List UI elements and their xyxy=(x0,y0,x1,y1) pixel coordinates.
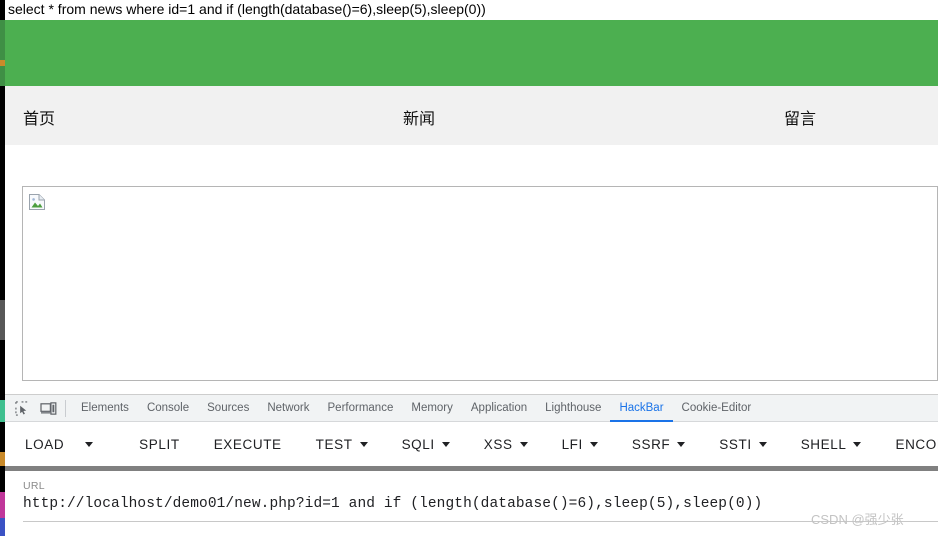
tab-performance[interactable]: Performance xyxy=(319,395,403,422)
edge-segment-amber xyxy=(0,452,5,466)
chevron-down-icon xyxy=(359,441,368,447)
hackbar-split-button[interactable]: SPLIT xyxy=(139,433,180,456)
hackbar-lfi-label: LFI xyxy=(561,436,583,452)
hackbar-shell-menu[interactable]: SHELL xyxy=(801,433,862,456)
hackbar-xss-menu[interactable]: XSS xyxy=(484,433,528,456)
hackbar-execute-button[interactable]: EXECUTE xyxy=(214,433,282,456)
hackbar-test-menu[interactable]: TEST xyxy=(316,433,368,456)
nav-item-news[interactable]: 新闻 xyxy=(403,105,435,129)
chevron-down-icon xyxy=(85,441,94,447)
edge-segment-teal xyxy=(0,400,5,422)
hackbar-xss-label: XSS xyxy=(483,436,513,452)
chevron-down-icon xyxy=(677,441,686,447)
inspect-element-icon[interactable] xyxy=(9,396,35,420)
chevron-down-icon xyxy=(758,441,767,447)
hackbar-url-section: URL http://localhost/demo01/new.php?id=1… xyxy=(5,471,938,522)
page-viewport: select * from news where id=1 and if (le… xyxy=(5,0,938,394)
hackbar-encoding-menu[interactable]: ENCODING xyxy=(895,433,938,456)
chevron-down-icon xyxy=(589,441,598,447)
tab-elements[interactable]: Elements xyxy=(72,395,138,422)
site-green-banner xyxy=(5,20,938,86)
chevron-down-icon xyxy=(441,441,450,447)
browser-window-edge-strip xyxy=(0,0,5,536)
broken-image-icon xyxy=(29,194,45,210)
tab-hackbar[interactable]: HackBar xyxy=(610,395,673,422)
hackbar-test-label: TEST xyxy=(315,436,353,452)
tab-application[interactable]: Application xyxy=(462,395,536,422)
hackbar-sqli-menu[interactable]: SQLI xyxy=(402,433,450,456)
hackbar-sqli-label: SQLI xyxy=(401,436,435,452)
hackbar-ssti-menu[interactable]: SSTI xyxy=(719,433,767,456)
sql-query-preview-text: select * from news where id=1 and if (le… xyxy=(8,1,486,17)
nav-item-home[interactable]: 首页 xyxy=(23,105,55,129)
tab-lighthouse[interactable]: Lighthouse xyxy=(536,395,610,422)
tab-console[interactable]: Console xyxy=(138,395,198,422)
edge-segment-magenta xyxy=(0,492,5,518)
hackbar-lfi-menu[interactable]: LFI xyxy=(562,433,598,456)
devtools-panel: Elements Console Sources Network Perform… xyxy=(5,394,938,536)
devtools-tab-bar: Elements Console Sources Network Perform… xyxy=(5,395,938,422)
edge-segment-blue xyxy=(0,518,5,536)
chevron-down-icon xyxy=(853,441,862,447)
hackbar-ssrf-menu[interactable]: SSRF xyxy=(631,433,686,456)
toolbar-separator xyxy=(65,399,66,417)
tab-cookie-editor[interactable]: Cookie-Editor xyxy=(673,395,761,422)
content-spacer xyxy=(5,145,938,186)
hackbar-toolbar: LOAD SPLIT EXECUTE TEST SQLI XSS LFI SSR… xyxy=(5,422,938,466)
chevron-down-icon xyxy=(519,441,528,447)
site-nav-bar: 首页 新闻 留言 xyxy=(5,86,938,145)
edge-segment-green xyxy=(0,20,5,86)
hackbar-load-button[interactable]: LOAD xyxy=(25,433,64,456)
tab-memory[interactable]: Memory xyxy=(402,395,462,422)
hackbar-load-dropdown-toggle[interactable] xyxy=(78,441,94,447)
content-panel xyxy=(22,186,938,381)
hackbar-ssrf-label: SSRF xyxy=(631,436,671,452)
url-field-label: URL xyxy=(23,480,45,492)
url-input-underline xyxy=(23,521,938,522)
hackbar-ssti-label: SSTI xyxy=(719,436,752,452)
edge-segment-gray xyxy=(0,300,5,340)
nav-item-message[interactable]: 留言 xyxy=(784,105,816,129)
url-input[interactable]: http://localhost/demo01/new.php?id=1 and… xyxy=(23,496,938,512)
device-toolbar-icon[interactable] xyxy=(35,396,61,420)
tab-network[interactable]: Network xyxy=(258,395,318,422)
edge-segment-orange xyxy=(0,60,5,66)
tab-sources[interactable]: Sources xyxy=(198,395,258,422)
hackbar-shell-label: SHELL xyxy=(800,436,847,452)
